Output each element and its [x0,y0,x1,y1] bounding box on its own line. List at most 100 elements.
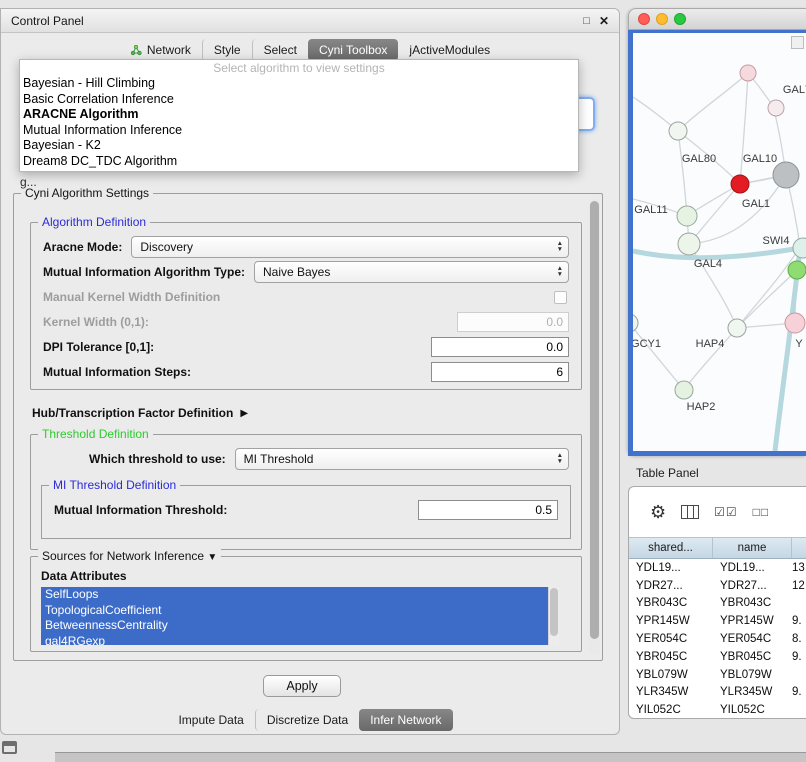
control-panel-titlebar[interactable]: Control Panel □ ✕ [1,9,619,33]
graph-node[interactable] [669,122,687,140]
table-row[interactable]: YLR345WYLR345W9. [629,684,806,702]
collapse-down-icon[interactable]: ▼ [207,552,217,563]
control-panel-tabstrip: Network Style Select Cyni Toolbox jActiv… [1,39,619,61]
graph-edge[interactable] [678,131,687,216]
graph-node-label: GAL4 [694,258,722,270]
table-cell: YLR345W [629,686,713,698]
sources-group-title[interactable]: Sources for Network Inference ▼ [38,549,221,563]
table-header-row: shared... name [629,537,806,559]
data-attribute-item[interactable]: BetweennessCentrality [41,618,548,634]
table-row[interactable]: YBL079WYBL079W [629,666,806,684]
graph-node-label: GAL1 [742,198,770,210]
minimize-traffic-light-icon[interactable] [656,13,668,25]
table-rows: YDL19...YDL19...13YDR27...YDR27...12YBR0… [629,559,806,719]
data-attribute-item[interactable]: SelfLoops [41,587,548,603]
mi-algorithm-type-combobox[interactable]: Naive Bayes ▲▼ [254,261,569,283]
algorithm-option[interactable]: ARACNE Algorithm [20,107,578,123]
tab-infer-network[interactable]: Infer Network [359,709,452,731]
network-window-titlebar[interactable] [628,8,806,30]
column-header-shared-name[interactable]: shared... [629,538,713,558]
scrollbar-thumb[interactable] [550,588,558,636]
graph-node[interactable] [768,100,784,116]
tab-style[interactable]: Style [202,39,252,61]
table-cell: YPR145W [629,615,713,627]
data-attributes-list[interactable]: SelfLoopsTopologicalCoefficientBetweenne… [41,587,559,645]
tab-jactivemodules[interactable]: jActiveModules [398,39,501,61]
settings-scrollbar[interactable] [589,199,600,655]
table-cell: YDL19... [713,562,792,574]
network-canvas[interactable]: GAL7GAL80GAL10GAL1GAL11SWI4GAL4GCY1HAP4Y… [628,30,806,456]
graph-node[interactable] [785,313,805,333]
table-cell: YIL052C [629,704,713,716]
gear-icon[interactable]: ⚙ [650,502,666,523]
table-cell: 13 [792,562,806,574]
algorithm-option[interactable]: Mutual Information Inference [20,123,578,139]
which-threshold-combobox[interactable]: MI Threshold ▲▼ [235,448,569,470]
data-attribute-item[interactable]: TopologicalCoefficient [41,603,548,619]
graph-edge[interactable] [678,73,748,131]
tab-network[interactable]: Network [119,39,202,61]
table-panel-window: ⚙ ☑☑ □□ shared... name YDL19...YDL19...1… [628,486,806,719]
table-row[interactable]: YER054CYER054C8. [629,630,806,648]
tab-discretize-data[interactable]: Discretize Data [255,709,359,731]
mi-algorithm-type-label: Mutual Information Algorithm Type: [43,265,245,279]
graph-edge[interactable] [633,248,800,258]
network-scrollbar-corner[interactable] [791,36,804,49]
tab-select[interactable]: Select [252,39,308,61]
deselect-all-icon[interactable]: □□ [753,505,770,519]
float-window-icon[interactable]: □ [583,15,590,27]
column-header-name[interactable]: name [713,538,792,558]
select-all-icon[interactable]: ☑☑ [714,505,738,519]
aracne-mode-combobox[interactable]: Discovery ▲▼ [131,236,569,258]
graph-node[interactable] [788,261,806,279]
algorithm-option[interactable]: Bayesian - Hill Climbing [20,76,578,92]
data-attributes-label: Data Attributes [41,569,127,583]
manual-kernel-width-checkbox[interactable] [554,291,567,304]
tab-label: Network [147,43,191,57]
algorithm-option[interactable]: Dream8 DC_TDC Algorithm [20,154,578,170]
expand-right-icon[interactable]: ▶ [240,408,248,419]
graph-node[interactable] [678,233,700,255]
graph-node[interactable] [728,319,746,337]
restore-window-icon[interactable] [2,741,17,754]
graph-node-label: GAL10 [743,153,777,165]
tab-label: Infer Network [370,713,441,727]
data-attribute-item[interactable]: gal4RGexp [41,634,548,646]
column-selector-icon[interactable] [681,505,699,519]
tab-cyni-toolbox[interactable]: Cyni Toolbox [308,39,398,61]
graph-node[interactable] [633,314,638,332]
column-header-extra[interactable] [792,538,806,558]
close-icon[interactable]: ✕ [599,14,609,28]
table-cell: YBR045C [713,651,792,663]
graph-node[interactable] [731,175,749,193]
algorithm-option[interactable]: Bayesian - K2 [20,138,578,154]
mi-threshold-field[interactable]: 0.5 [418,500,558,520]
hub-definition-expander[interactable]: Hub/Transcription Factor Definition ▶ [32,406,248,420]
dpi-tolerance-field[interactable]: 0.0 [431,337,569,357]
algorithm-option[interactable]: Basic Correlation Inference [20,92,578,108]
graph-node[interactable] [675,381,693,399]
table-row[interactable]: YDR27...YDR27...12 [629,577,806,595]
tab-impute-data[interactable]: Impute Data [167,709,254,731]
graph-node[interactable] [773,162,799,188]
kernel-width-field[interactable]: 0.0 [457,312,569,332]
graph-edge[interactable] [740,73,748,184]
table-row[interactable]: YDL19...YDL19...13 [629,559,806,577]
table-row[interactable]: YBR045CYBR045C9. [629,648,806,666]
graph-node-label: Y [795,338,803,350]
scrollbar-thumb[interactable] [590,201,599,639]
zoom-traffic-light-icon[interactable] [674,13,686,25]
apply-button[interactable]: Apply [263,675,341,697]
tab-label: Select [264,43,297,57]
table-row[interactable]: YIL052CYIL052C [629,701,806,719]
combo-value: Discovery [140,240,193,254]
graph-node[interactable] [740,65,756,81]
graph-edge[interactable] [633,323,684,390]
mi-steps-field[interactable]: 6 [431,362,569,382]
aracne-mode-label: Aracne Mode: [43,240,122,254]
close-traffic-light-icon[interactable] [638,13,650,25]
table-row[interactable]: YPR145WYPR145W9. [629,612,806,630]
list-scrollbar[interactable] [548,587,559,645]
table-row[interactable]: YBR043CYBR043C [629,595,806,613]
graph-node[interactable] [677,206,697,226]
